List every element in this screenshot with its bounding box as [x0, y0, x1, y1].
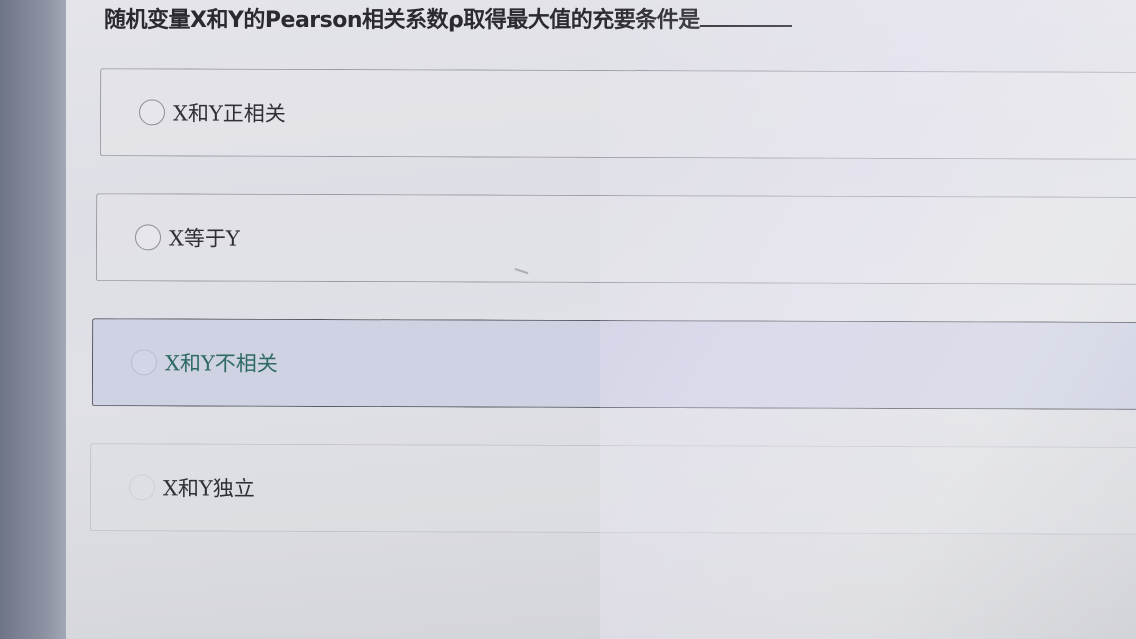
radio-button-icon[interactable]	[128, 474, 156, 501]
option-c[interactable]: X和Y不相关	[91, 318, 1136, 410]
option-label: X和Y独立	[162, 476, 255, 501]
option-label: X和Y正相关	[172, 101, 286, 126]
answer-blank	[699, 9, 792, 27]
radio-button-icon[interactable]	[138, 99, 166, 126]
option-a[interactable]: X和Y正相关	[99, 68, 1136, 160]
option-b[interactable]: X等于Y	[95, 193, 1136, 285]
option-label: X和Y不相关	[164, 351, 278, 376]
question-title: 随机变量X和Y的Pearson相关系数ρ取得最大值的充要条件是	[104, 2, 792, 34]
option-d[interactable]: X和Y独立	[89, 443, 1136, 535]
radio-button-icon[interactable]	[134, 224, 162, 251]
left-bezel	[0, 0, 70, 639]
option-label: X等于Y	[168, 226, 240, 251]
radio-button-icon[interactable]	[130, 349, 158, 376]
question-text: 随机变量X和Y的Pearson相关系数ρ取得最大值的充要条件是	[104, 8, 700, 33]
